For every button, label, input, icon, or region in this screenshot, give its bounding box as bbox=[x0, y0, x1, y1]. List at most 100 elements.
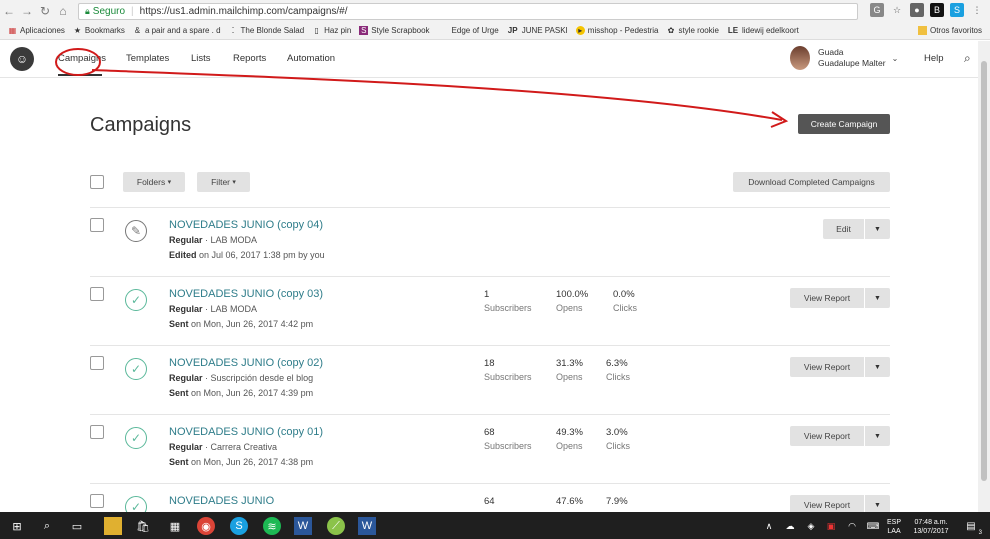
nav-automation[interactable]: Automation bbox=[287, 53, 335, 64]
bookmark-star-icon[interactable]: ☆ bbox=[890, 3, 904, 17]
create-campaign-button[interactable]: Create Campaign bbox=[798, 114, 890, 134]
ampersand-icon: & bbox=[134, 26, 141, 35]
chevron-down-icon[interactable]: ▼ bbox=[864, 426, 890, 446]
behance-icon[interactable]: B bbox=[930, 3, 944, 17]
campaign-when-label: Sent bbox=[169, 388, 189, 398]
row-checkbox[interactable] bbox=[90, 356, 104, 370]
mailchimp-logo-icon[interactable]: ☺ bbox=[10, 47, 34, 71]
back-icon[interactable]: ← bbox=[0, 4, 18, 18]
spotify-icon[interactable]: ≋ bbox=[263, 517, 281, 535]
nav-templates[interactable]: Templates bbox=[126, 53, 169, 64]
campaign-when: Sent on Mon, Jun 26, 2017 4:42 pm bbox=[169, 319, 313, 329]
word-icon-2[interactable]: W bbox=[358, 517, 376, 535]
row-checkbox[interactable] bbox=[90, 218, 104, 232]
clock[interactable]: 07:48 a.m. 13/07/2017 bbox=[910, 518, 952, 536]
campaign-when-text: on Mon, Jun 26, 2017 4:38 pm bbox=[191, 457, 314, 467]
campaign-when: Edited on Jul 06, 2017 1:38 pm by you bbox=[169, 250, 325, 260]
bookmark-pair-spare[interactable]: & a pair and a spare . d bbox=[133, 26, 221, 35]
campaign-type: Regular · Suscripción desde el blog bbox=[169, 373, 313, 383]
search-icon[interactable]: ⌕ bbox=[964, 51, 971, 66]
campaign-when: Sent on Mon, Jun 26, 2017 4:39 pm bbox=[169, 388, 313, 398]
main-content: Campaigns Create Campaign Folders ▾ Filt… bbox=[0, 78, 978, 512]
nav-campaigns[interactable]: Campaigns bbox=[58, 53, 106, 64]
tray-chevron-up-icon[interactable]: ∧ bbox=[760, 517, 778, 535]
nav-lists[interactable]: Lists bbox=[191, 53, 211, 64]
bookmark-label: Bookmarks bbox=[84, 26, 125, 35]
table-row: ✓ NOVEDADES JUNIO 64 47.6% 7.9% View Rep… bbox=[90, 483, 890, 512]
download-completed-button[interactable]: Download Completed Campaigns bbox=[733, 172, 890, 192]
task-view-icon[interactable]: ▭ bbox=[68, 517, 86, 535]
translate-icon[interactable]: G bbox=[870, 3, 884, 17]
language-indicator[interactable]: ESP LAA bbox=[887, 518, 901, 536]
bookmark-style-rookie[interactable]: ✿ style rookie bbox=[666, 26, 719, 35]
campaign-title[interactable]: NOVEDADES JUNIO (copy 04) bbox=[169, 219, 323, 231]
view-report-button[interactable]: View Report bbox=[790, 357, 864, 377]
bookmark-lidewij[interactable]: LE lidewij edelkoort bbox=[727, 26, 799, 35]
checkmark-icon: ✓ bbox=[125, 289, 147, 311]
view-report-button[interactable]: View Report bbox=[790, 288, 864, 308]
bookmark-haz-pin[interactable]: ▯ Haz pin bbox=[312, 26, 351, 35]
campaign-title[interactable]: NOVEDADES JUNIO (copy 03) bbox=[169, 288, 323, 300]
row-checkbox[interactable] bbox=[90, 494, 104, 508]
tray-keyboard-icon[interactable]: ⌨ bbox=[864, 517, 882, 535]
forward-icon[interactable]: → bbox=[18, 4, 36, 18]
chevron-down-icon[interactable]: ▼ bbox=[864, 288, 890, 308]
skype-ext-icon[interactable]: S bbox=[950, 3, 964, 17]
view-report-button[interactable]: View Report bbox=[790, 495, 864, 512]
campaign-title[interactable]: NOVEDADES JUNIO (copy 01) bbox=[169, 426, 323, 438]
clicks-label: Clicks bbox=[606, 441, 630, 451]
view-report-button[interactable]: View Report bbox=[790, 426, 864, 446]
help-link[interactable]: Help bbox=[924, 53, 944, 64]
bookmark-apps[interactable]: ▦ Aplicaciones bbox=[8, 26, 65, 35]
campaign-title[interactable]: NOVEDADES JUNIO bbox=[169, 495, 274, 507]
tray-cloud-icon[interactable]: ☁ bbox=[781, 517, 799, 535]
row-checkbox[interactable] bbox=[90, 425, 104, 439]
edit-button[interactable]: Edit bbox=[823, 219, 864, 239]
user-menu[interactable]: Guada Guadalupe Malter ⌄ bbox=[790, 46, 898, 70]
campaign-title[interactable]: NOVEDADES JUNIO (copy 02) bbox=[169, 357, 323, 369]
calculator-icon[interactable]: ▦ bbox=[166, 517, 184, 535]
bookmark-edge-of-urge[interactable]: Edge of Urge bbox=[452, 26, 499, 35]
scroll-thumb[interactable] bbox=[981, 61, 987, 481]
skype-icon[interactable]: S bbox=[230, 517, 248, 535]
other-bookmarks[interactable]: Otros favoritos bbox=[917, 26, 982, 35]
bookmark-label: lidewij edelkoort bbox=[741, 26, 799, 35]
row-checkbox[interactable] bbox=[90, 287, 104, 301]
table-row: ✓ NOVEDADES JUNIO (copy 03) Regular · LA… bbox=[90, 276, 890, 345]
file-explorer-icon[interactable] bbox=[104, 517, 122, 535]
windows-start-icon[interactable]: ⊞ bbox=[8, 517, 26, 535]
filter-label: Filter bbox=[211, 177, 230, 187]
bookmark-bookmarks[interactable]: ★ Bookmarks bbox=[73, 26, 125, 35]
folders-button[interactable]: Folders ▾ bbox=[123, 172, 185, 192]
select-all-checkbox[interactable] bbox=[90, 175, 104, 189]
tray-dropbox-icon[interactable]: ◈ bbox=[802, 517, 820, 535]
chevron-down-icon[interactable]: ▼ bbox=[864, 219, 890, 239]
tray-acrobat-icon[interactable]: ▣ bbox=[822, 517, 840, 535]
search-icon[interactable]: ⌕ bbox=[38, 517, 56, 535]
bookmark-label: Haz pin bbox=[324, 26, 352, 35]
opens-label: Opens bbox=[556, 303, 583, 313]
subscribers-value: 64 bbox=[484, 496, 495, 507]
reload-icon[interactable]: ↻ bbox=[36, 4, 54, 18]
bookmark-style-scrapbook[interactable]: S Style Scrapbook bbox=[359, 26, 430, 35]
app-leaf-icon[interactable]: ⟋ bbox=[327, 517, 345, 535]
bookmark-misshop[interactable]: ▸ misshop - Pedestria bbox=[575, 26, 658, 35]
notifications-icon[interactable]: ▤ 3 bbox=[962, 517, 982, 537]
bookmark-blonde-salad[interactable]: ⁚ The Blonde Salad bbox=[229, 26, 304, 35]
word-icon[interactable]: W bbox=[294, 517, 312, 535]
home-icon[interactable]: ⌂ bbox=[54, 4, 72, 18]
chevron-down-icon[interactable]: ▼ bbox=[864, 495, 890, 512]
address-bar[interactable]: 🔒︎ Seguro | https://us1.admin.mailchimp.… bbox=[78, 3, 858, 20]
page-scrollbar[interactable] bbox=[978, 41, 990, 512]
bookmark-june-paski[interactable]: JP JUNE PASKI bbox=[507, 26, 568, 35]
filter-button[interactable]: Filter ▾ bbox=[197, 172, 250, 192]
extension-icon[interactable]: ● bbox=[910, 3, 924, 17]
store-icon[interactable]: 🛍︎ bbox=[134, 517, 152, 535]
menu-icon[interactable]: ⋮ bbox=[970, 3, 984, 17]
tray-wifi-icon[interactable]: ◠ bbox=[843, 517, 861, 535]
chrome-icon[interactable]: ◉ bbox=[197, 517, 215, 535]
chevron-down-icon[interactable]: ▼ bbox=[864, 357, 890, 377]
s-badge-icon: S bbox=[359, 26, 369, 35]
le-icon: LE bbox=[727, 26, 739, 35]
nav-reports[interactable]: Reports bbox=[233, 53, 266, 64]
